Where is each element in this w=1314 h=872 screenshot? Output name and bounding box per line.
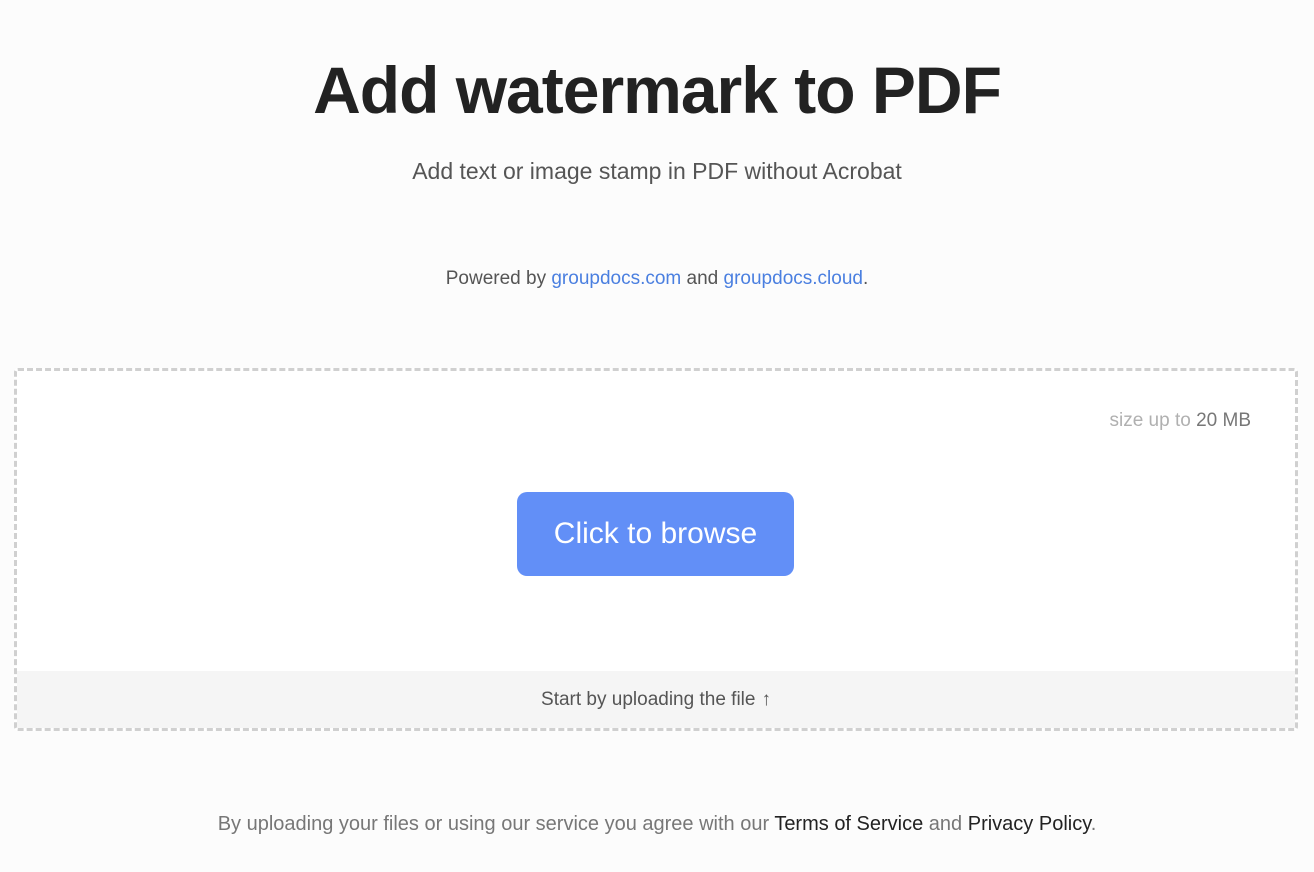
file-dropzone[interactable]: size up to 20 MB Click to browse Start b…: [14, 368, 1298, 731]
browse-button[interactable]: Click to browse: [517, 492, 794, 576]
powered-by-prefix: Powered by: [445, 268, 552, 289]
size-limit-prefix: size up to: [1109, 410, 1197, 431]
page-subtitle: Add text or image stamp in PDF without A…: [412, 158, 902, 184]
terms-notice-suffix: .: [1090, 813, 1097, 835]
page: Add watermark to PDF Add text or image s…: [0, 0, 1314, 872]
groupdocs-com-link[interactable]: groupdocs.com: [551, 268, 681, 289]
terms-notice-prefix: By uploading your files or using our ser…: [217, 813, 775, 835]
powered-by-middle: and: [681, 268, 724, 289]
upload-hint-text: Start by uploading the file: [541, 689, 756, 710]
terms-of-service-link[interactable]: Terms of Service: [774, 813, 923, 835]
privacy-policy-link[interactable]: Privacy Policy: [968, 813, 1091, 835]
size-limit-note: size up to 20 MB: [1109, 408, 1251, 434]
terms-notice: By uploading your files or using our ser…: [0, 810, 1314, 838]
upload-hint-bar: Start by uploading the file ↑: [17, 671, 1295, 728]
page-title: Add watermark to PDF: [313, 53, 1002, 127]
groupdocs-cloud-link[interactable]: groupdocs.cloud: [724, 268, 863, 289]
arrow-up-icon: ↑: [761, 689, 771, 710]
powered-by-suffix: .: [862, 268, 869, 289]
size-limit-value: 20 MB: [1196, 410, 1251, 431]
terms-notice-middle: and: [923, 813, 968, 835]
powered-by: Powered by groupdocs.com and groupdocs.c…: [0, 266, 1314, 292]
